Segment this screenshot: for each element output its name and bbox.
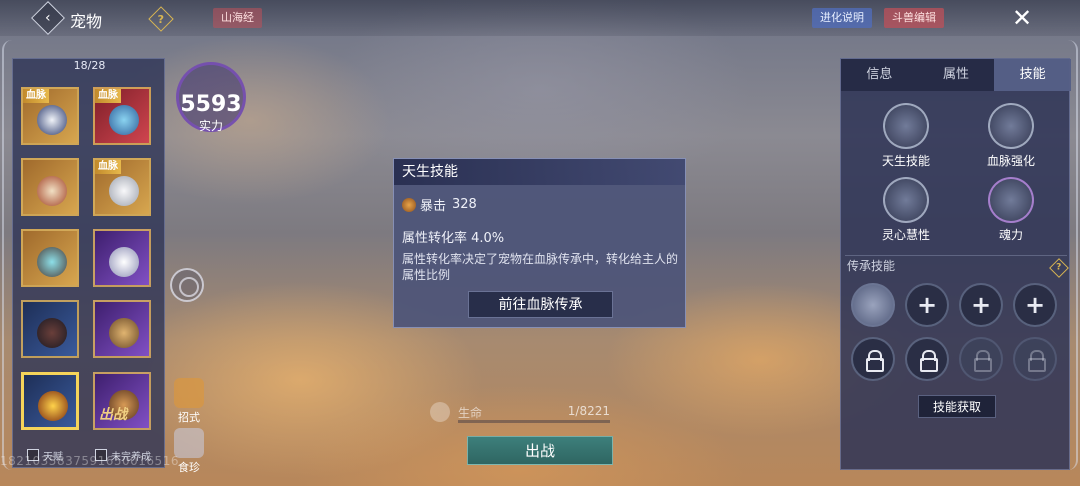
- power-value: 5593: [180, 92, 242, 117]
- back-button[interactable]: ‹: [31, 1, 65, 35]
- pet-portrait: [37, 247, 67, 277]
- pet-slot[interactable]: 血脉: [93, 158, 151, 216]
- lock-icon: [1027, 350, 1046, 372]
- moves-button[interactable]: 招式: [172, 378, 206, 425]
- hp-bar: 生命 1/8221: [430, 402, 610, 424]
- back-icon: ‹: [45, 9, 51, 26]
- lock-icon: [973, 350, 992, 372]
- pet-slot-selected[interactable]: [21, 372, 79, 430]
- pet-slot[interactable]: [21, 158, 79, 216]
- inherit-slot-add[interactable]: +: [959, 283, 1003, 327]
- detail-tabs: 信息 属性 技能: [841, 59, 1072, 91]
- inherit-slot-locked-dim: [959, 337, 1003, 381]
- user-id: 1821035837591650016516: [0, 454, 179, 468]
- inherit-skills-title: 传承技能: [847, 259, 896, 273]
- tab-info[interactable]: 信息: [841, 59, 918, 91]
- inherit-slot-add[interactable]: +: [905, 283, 949, 327]
- help-icon: ?: [157, 12, 165, 26]
- left-frame-decoration: [2, 40, 12, 470]
- bloodline-enhance-icon: [988, 103, 1034, 149]
- pet-slot[interactable]: [93, 229, 151, 287]
- pet-slot[interactable]: 血脉: [93, 87, 151, 145]
- pet-portrait: [37, 105, 67, 135]
- help-icon: ?: [1056, 262, 1062, 273]
- inherit-slot-locked-dim: [1013, 337, 1057, 381]
- pet-portrait: [109, 247, 139, 277]
- lock-icon: [865, 350, 884, 372]
- tab-attributes[interactable]: 属性: [918, 59, 995, 91]
- close-button[interactable]: ✕: [1008, 4, 1036, 32]
- goto-inheritance-button[interactable]: 前往血脉传承: [468, 291, 613, 318]
- rate-description: 属性转化率决定了宠物在血脉传承中，转化给主人的属性比例: [402, 252, 679, 282]
- spirit-wisdom-icon: [883, 177, 929, 223]
- conversion-rate: 属性转化率 4.0%: [402, 231, 505, 246]
- crit-icon: [402, 197, 416, 212]
- inherit-slot-add[interactable]: +: [1013, 283, 1057, 327]
- innate-skill-button[interactable]: 天生技能: [866, 103, 946, 169]
- page-title: 宠物: [70, 12, 103, 31]
- evolution-info-button[interactable]: 进化说明: [812, 8, 872, 28]
- detail-panel: 信息 属性 技能 天生技能 血脉强化 灵心慧性 魂力 传承技能 ? + + + …: [840, 58, 1072, 470]
- droplet-icon: [430, 402, 450, 422]
- inherit-slot-locked[interactable]: [905, 337, 949, 381]
- power-label: 实力: [198, 119, 223, 133]
- bloodline-badge: 血脉: [95, 160, 121, 174]
- deploy-button[interactable]: 出战: [467, 436, 613, 465]
- lock-icon: [919, 350, 938, 372]
- shanhaijing-tag[interactable]: 山海经: [213, 8, 262, 28]
- bloodline-badge: 血脉: [23, 89, 49, 103]
- skill-acquire-button[interactable]: 技能获取: [918, 395, 996, 418]
- pet-portrait: [37, 318, 67, 348]
- pet-list-panel: 18/28 血脉 血脉 血脉 出战 天赋 未完养成: [12, 58, 165, 468]
- skill-line: 暴击 328: [402, 195, 477, 214]
- pet-slot[interactable]: 出战: [93, 372, 151, 430]
- inherit-slot-locked[interactable]: [851, 337, 895, 381]
- moves-label: 招式: [178, 411, 200, 424]
- soul-power-label: 魂力: [998, 228, 1023, 242]
- inherit-slot-filled[interactable]: [851, 283, 895, 327]
- skill-name: 暴击: [420, 199, 447, 214]
- soul-power-button[interactable]: 魂力: [971, 177, 1051, 243]
- skill-value: 328: [452, 197, 477, 212]
- pet-slot[interactable]: [21, 300, 79, 358]
- hp-track: [458, 420, 610, 423]
- top-bar: ‹ 宠物 ? 山海经 进化说明 斗兽编辑 ✕: [0, 0, 1080, 36]
- hp-value: 1/8221: [567, 404, 610, 418]
- pet-portrait: [37, 176, 67, 206]
- spirit-wisdom-label: 灵心慧性: [881, 228, 930, 242]
- power-emblem: 5593 实力: [172, 62, 250, 134]
- innate-skill-popup: 天生技能 暴击 328 属性转化率 4.0% 属性转化率决定了宠物在血脉传承中，…: [393, 158, 686, 328]
- pet-portrait: [38, 391, 68, 421]
- bloodline-enhance-label: 血脉强化: [986, 154, 1035, 168]
- beast-edit-button[interactable]: 斗兽编辑: [884, 8, 944, 28]
- spirit-wisdom-button[interactable]: 灵心慧性: [866, 177, 946, 243]
- hp-label: 生命: [458, 406, 483, 420]
- spiral-icon[interactable]: [170, 268, 204, 302]
- help-button[interactable]: ?: [148, 6, 174, 32]
- bloodline-badge: 血脉: [95, 89, 121, 103]
- innate-skill-icon: [883, 103, 929, 149]
- soul-power-icon: [988, 177, 1034, 223]
- pet-slot[interactable]: [93, 300, 151, 358]
- bloodline-enhance-button[interactable]: 血脉强化: [971, 103, 1051, 169]
- section-divider: [845, 255, 1067, 256]
- pet-portrait: [109, 176, 139, 206]
- popup-title: 天生技能: [394, 159, 685, 185]
- fox-icon: [174, 378, 204, 408]
- deployed-badge: 出战: [99, 407, 127, 423]
- pet-slot[interactable]: 血脉: [21, 87, 79, 145]
- pet-count: 18/28: [73, 59, 106, 72]
- pet-portrait: [109, 318, 139, 348]
- inherit-help-button[interactable]: ?: [1049, 258, 1069, 278]
- pet-slot[interactable]: [21, 229, 79, 287]
- tab-skills[interactable]: 技能: [994, 59, 1072, 91]
- innate-skill-label: 天生技能: [881, 154, 930, 168]
- pet-portrait: [109, 105, 139, 135]
